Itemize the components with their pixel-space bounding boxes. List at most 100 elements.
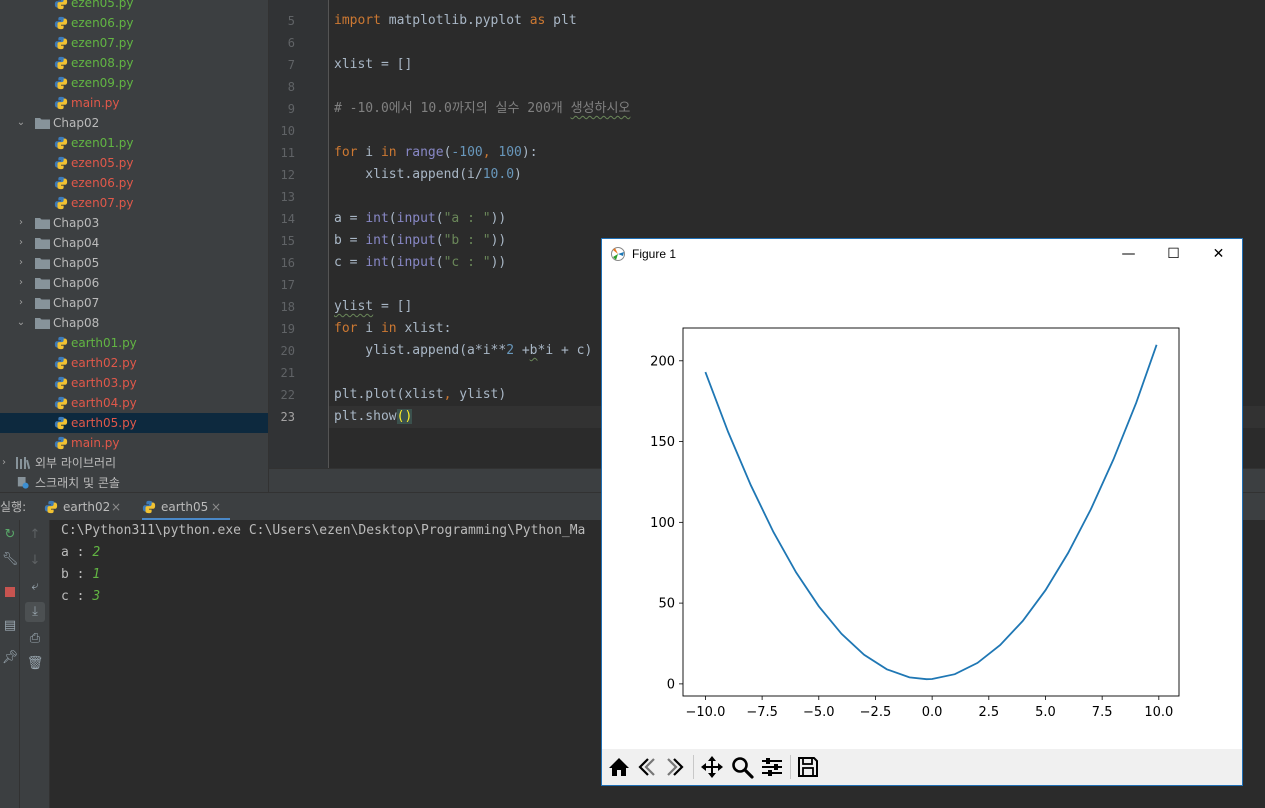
tree-item-earth04-py[interactable]: earth04.py (0, 393, 268, 413)
arrow-up-icon[interactable]: ↑ (25, 525, 45, 545)
tree-item-earth05-py[interactable]: earth05.py (0, 413, 268, 433)
tree-item-chap02[interactable]: ⌄ Chap02 (0, 113, 268, 133)
tree-item-chap08[interactable]: ⌄ Chap08 (0, 313, 268, 333)
python-file-icon (54, 0, 68, 10)
home-icon[interactable] (606, 754, 632, 780)
project-tree[interactable]: ezen05.py ezen06.py ezen07.py ezen08.py ezen… (0, 0, 268, 492)
tree-item-chap06[interactable]: › Chap06 (0, 273, 268, 293)
python-file-icon (54, 76, 68, 90)
layout-icon[interactable]: ▤ (0, 616, 20, 636)
matplotlib-toolbar (602, 749, 1242, 785)
maximize-button[interactable]: ☐ (1151, 239, 1196, 269)
wrench-icon[interactable]: 🔧︎ (0, 550, 20, 570)
plot-canvas[interactable]: −10.0 −7.5 −5.0 −2.5 0.0 2.5 5.0 7.5 10.0 0 50 100… (602, 269, 1242, 749)
tree-item-earth01-py[interactable]: earth01.py (0, 333, 268, 353)
run-tab-earth02[interactable]: earth02 × (44, 493, 126, 521)
tree-item-chap07[interactable]: › Chap07 (0, 293, 268, 313)
tree-item-chap04[interactable]: › Chap04 (0, 233, 268, 253)
line-number: 9 (287, 102, 295, 116)
tree-item-label: ezen07.py (71, 196, 134, 210)
tree-item-main-py[interactable]: main.py (0, 433, 268, 453)
chevron-right-icon[interactable]: › (15, 233, 27, 253)
comment: # -10.0에서 10.0까지의 실수 200개 (334, 101, 571, 116)
figure-titlebar[interactable]: Figure 1 — ☐ ✕ (602, 239, 1242, 269)
zoom-icon[interactable] (729, 754, 755, 780)
close-icon[interactable]: × (111, 493, 121, 521)
tree-item-ezen07-py[interactable]: ezen07.py (0, 33, 268, 53)
tree-item-ezen05-py[interactable]: ezen05.py (0, 153, 268, 173)
code-text: ( (435, 233, 444, 248)
close-button[interactable]: ✕ (1196, 239, 1241, 269)
y-axis-ticks: 0 50 100 150 200 (650, 354, 683, 692)
tree-item-ezen06-py[interactable]: ezen06.py (0, 13, 268, 33)
run-tab-label: earth05 (161, 500, 209, 514)
code-line-11[interactable]: for i in range(-100, 100): (334, 142, 538, 164)
code-line-15[interactable]: b = int(input("b : ")) (334, 230, 506, 252)
chevron-down-icon[interactable]: ⌄ (15, 113, 27, 133)
code-line-5[interactable]: import matplotlib.pyplot as plt (334, 10, 577, 32)
figure-title: Figure 1 (632, 247, 677, 261)
tree-item-ezen06-py[interactable]: ezen06.py (0, 173, 268, 193)
python-file-icon (54, 356, 68, 370)
y-tick-label: 200 (650, 354, 675, 369)
arrow-down-icon[interactable]: ↓ (25, 551, 45, 571)
save-icon[interactable] (795, 754, 821, 780)
code-line-22[interactable]: plt.plot(xlist, ylist) (334, 384, 506, 406)
code-line-9[interactable]: # -10.0에서 10.0까지의 실수 200개 생성하시오 (334, 98, 630, 120)
line-number: 8 (287, 80, 295, 94)
figure-window[interactable]: Figure 1 — ☐ ✕ −10.0 −7.5 −5.0 −2.5 0.0 2.5 5.… (601, 238, 1243, 786)
code-line-12[interactable]: xlist.append(i/10.0) (334, 164, 522, 186)
minimize-button[interactable]: — (1106, 239, 1151, 269)
close-icon[interactable]: × (211, 493, 221, 521)
print-icon[interactable]: ⎙ (25, 629, 45, 649)
x-tick-label: 0.0 (922, 705, 943, 720)
tree-item-chap05[interactable]: › Chap05 (0, 253, 268, 273)
pan-icon[interactable] (699, 754, 725, 780)
code-text: ( (388, 211, 397, 226)
tree-item-ezen07-py[interactable]: ezen07.py (0, 193, 268, 213)
code-line-16[interactable]: c = int(input("c : ")) (334, 252, 506, 274)
tree-item-earth03-py[interactable]: earth03.py (0, 373, 268, 393)
series-line (704, 344, 1158, 681)
configure-subplots-icon[interactable] (759, 754, 785, 780)
chevron-down-icon[interactable]: ⌄ (15, 313, 27, 333)
tree-item-item-23[interactable]: › 외부 라이브러리 (0, 453, 268, 473)
code-line-7[interactable]: xlist = [] (334, 54, 412, 76)
console-user-input: 1 (92, 567, 101, 582)
console-prompt: b : (61, 567, 93, 582)
rerun-icon[interactable]: ↻ (0, 525, 20, 545)
code-line-19[interactable]: for i in xlist: (334, 318, 451, 340)
code-line-14[interactable]: a = int(input("a : ")) (334, 208, 506, 230)
code-line-20[interactable]: ylist.append(a*i**2 +b*i + c) (334, 340, 592, 362)
code-line-23[interactable]: plt.show() (334, 406, 413, 428)
back-arrow-icon[interactable] (634, 754, 660, 780)
pin-icon[interactable]: 📌︎ (0, 648, 20, 668)
tree-item-ezen09-py[interactable]: ezen09.py (0, 73, 268, 93)
chevron-right-icon[interactable]: › (15, 253, 27, 273)
x-tick-label: 2.5 (978, 705, 999, 720)
chevron-right-icon[interactable]: › (15, 293, 27, 313)
code-line-18[interactable]: ylist = [] (334, 296, 412, 318)
line-number: 21 (280, 366, 295, 380)
run-tab-earth05[interactable]: earth05 × (142, 493, 230, 521)
tree-item-chap03[interactable]: › Chap03 (0, 213, 268, 233)
tree-item-earth02-py[interactable]: earth02.py (0, 353, 268, 373)
tree-item-label: earth03.py (71, 376, 137, 390)
line-number: 20 (280, 344, 295, 358)
trash-icon[interactable]: 🗑︎ (25, 654, 45, 674)
tree-item-ezen01-py[interactable]: ezen01.py (0, 133, 268, 153)
tree-item-ezen08-py[interactable]: ezen08.py (0, 53, 268, 73)
chevron-right-icon[interactable]: › (0, 453, 10, 473)
tree-item-main-py[interactable]: main.py (0, 93, 268, 113)
forward-arrow-icon[interactable] (662, 754, 688, 780)
stop-icon[interactable] (0, 582, 20, 602)
soft-wrap-icon[interactable]: ⤶ (25, 577, 45, 597)
keyword: as (529, 13, 546, 28)
code-text: )) (490, 255, 507, 270)
chevron-right-icon[interactable]: › (15, 213, 27, 233)
chevron-right-icon[interactable]: › (15, 273, 27, 293)
tree-item-ezen05-py[interactable]: ezen05.py (0, 0, 268, 13)
tree-item-item-24[interactable]: 스크래치 및 콘솔 (0, 473, 268, 492)
code-text: ( (388, 233, 397, 248)
scroll-to-end-icon[interactable]: ⤓ (25, 602, 45, 622)
